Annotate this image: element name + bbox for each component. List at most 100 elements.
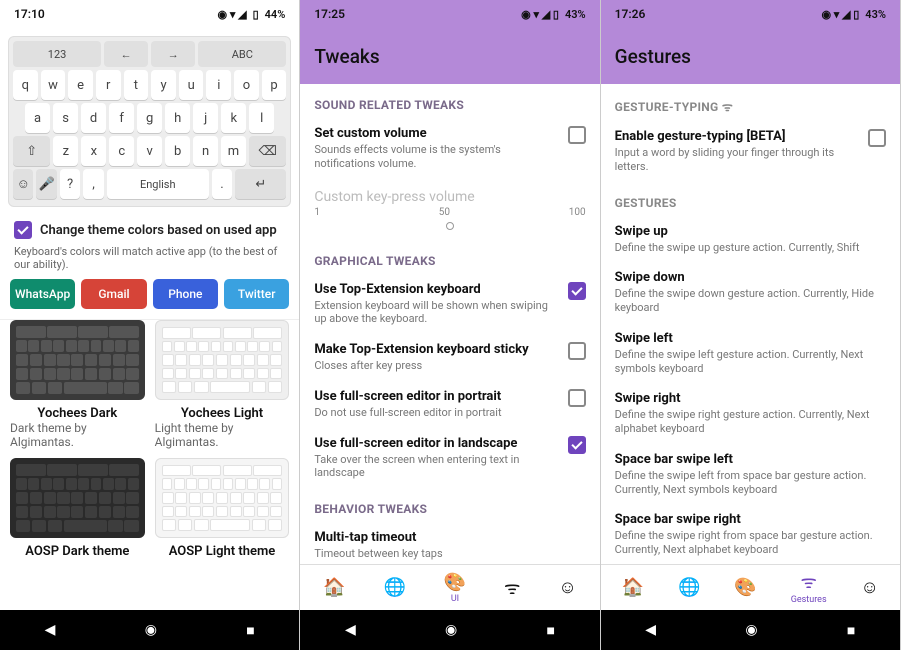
key-h[interactable]: h [165,103,190,133]
key-123[interactable]: 123 [13,41,101,67]
checkbox-checked-icon[interactable] [568,282,586,300]
theme-yochees-light[interactable]: ✓ Yochees Light Light theme by Algimanta… [155,320,290,450]
key-question[interactable]: ? [60,169,80,199]
tab-ui[interactable]: 🎨 [734,577,756,598]
key-mic[interactable]: 🎤 [36,169,56,199]
section-graphical: GRAPHICAL TWEAKS [300,240,599,274]
tab-emoji[interactable]: ☺ [558,577,576,598]
key-b[interactable]: b [165,136,190,166]
slider-thumb[interactable] [446,222,454,230]
key-l[interactable]: l [249,103,274,133]
theme-yochees-dark[interactable]: Yochees Dark Dark theme by Algimantas. [10,320,145,450]
nav-recent-icon[interactable]: ■ [847,622,855,639]
theme-match-setting[interactable]: Change theme colors based on used app [0,215,299,245]
fullscreen-portrait-setting[interactable]: Use full-screen editor in portraitDo not… [300,381,599,428]
checkbox-icon[interactable] [868,129,886,147]
nav-back-icon[interactable]: ◀ [45,622,56,638]
checkbox-icon[interactable] [568,342,586,360]
top-extension-setting[interactable]: Use Top-Extension keyboardExtension keyb… [300,274,599,335]
nav-recent-icon[interactable]: ■ [246,622,254,639]
theme-aosp-light[interactable]: AOSP Light theme [155,458,290,559]
key-i[interactable]: i [206,70,231,100]
screen-tweaks: 17:25 ◉ ▾ ◢ ▯43% Tweaks SOUND RELATED TW… [300,0,600,650]
fullscreen-landscape-setting[interactable]: Use full-screen editor in landscapeTake … [300,428,599,489]
enable-gesture-typing[interactable]: Enable gesture-typing [BETA]Input a word… [601,121,900,182]
section-behavior: BEHAVIOR TWEAKS [300,488,599,522]
key-a[interactable]: a [25,103,50,133]
pill-twitter[interactable]: Twitter [224,279,289,309]
key-t[interactable]: t [124,70,149,100]
checkbox-checked-icon[interactable] [568,436,586,454]
nav-home-icon[interactable]: ◉ [445,622,457,638]
nav-back-icon[interactable]: ◀ [645,622,656,638]
key-comma[interactable]: , [83,169,103,199]
pill-phone[interactable]: Phone [153,279,218,309]
sticky-setting[interactable]: Make Top-Extension keyboard stickyCloses… [300,334,599,381]
key-emoji[interactable]: ☺ [13,169,33,199]
content[interactable]: GESTURE-TYPING ᯤ Enable gesture-typing [… [601,84,900,564]
spacebar-swipe-right-setting[interactable]: Space bar swipe rightDefine the swipe ri… [601,504,900,564]
key-o[interactable]: o [234,70,259,100]
key-w[interactable]: w [41,70,66,100]
nav-home-icon[interactable]: ◉ [145,622,157,638]
swipe-right-setting[interactable]: Swipe rightDefine the swipe right gestur… [601,383,900,444]
key-shift[interactable]: ⇧ [13,136,50,166]
key-v[interactable]: v [137,136,162,166]
key-e[interactable]: e [68,70,93,100]
key-space[interactable]: English [107,169,209,199]
key-f[interactable]: f [109,103,134,133]
key-c[interactable]: c [109,136,134,166]
key-s[interactable]: s [53,103,78,133]
tab-gestures[interactable]: ᯤ [504,576,520,600]
multitap-setting[interactable]: Multi-tap timeoutTimeout between key tap… [300,522,599,564]
spacebar-swipe-left-setting[interactable]: Space bar swipe leftDefine the swipe lef… [601,444,900,505]
status-time: 17:10 [14,7,45,21]
tab-home[interactable]: 🏠 [622,577,644,598]
tab-ui[interactable]: 🎨UI [444,572,466,604]
key-y[interactable]: y [151,70,176,100]
pill-whatsapp[interactable]: WhatsApp [10,279,75,309]
key-m[interactable]: m [221,136,246,166]
tab-gestures[interactable]: ᯤGestures [791,570,827,605]
tab-globe[interactable]: 🌐 [678,577,700,598]
content[interactable]: SOUND RELATED TWEAKS Set custom volumeSo… [300,84,599,564]
key-backspace[interactable]: ⌫ [249,136,286,166]
key-left-arrow[interactable]: ← [104,41,148,67]
key-j[interactable]: j [193,103,218,133]
nav-recent-icon[interactable]: ■ [547,622,555,639]
key-enter[interactable]: ↵ [235,169,286,199]
key-d[interactable]: d [81,103,106,133]
key-q[interactable]: q [13,70,38,100]
set-custom-volume[interactable]: Set custom volumeSounds effects volume i… [300,118,599,179]
key-g[interactable]: g [137,103,162,133]
checkbox-checked-icon[interactable] [14,221,32,239]
status-bar: 17:25 ◉ ▾ ◢ ▯43% [300,0,599,28]
theme-match-sub: Keyboard's colors will match active app … [0,245,299,279]
swipe-down-setting[interactable]: Swipe downDefine the swipe down gesture … [601,262,900,323]
swipe-up-setting[interactable]: Swipe upDefine the swipe up gesture acti… [601,216,900,263]
key-period[interactable]: . [212,169,232,199]
key-abc[interactable]: ABC [198,41,286,67]
theme-aosp-dark[interactable]: AOSP Dark theme [10,458,145,559]
key-right-arrow[interactable]: → [151,41,195,67]
tab-globe[interactable]: 🌐 [384,577,406,598]
key-r[interactable]: r [96,70,121,100]
key-z[interactable]: z [53,136,78,166]
key-u[interactable]: u [179,70,204,100]
pill-gmail[interactable]: Gmail [81,279,146,309]
nav-home-icon[interactable]: ◉ [745,622,757,638]
nav-back-icon[interactable]: ◀ [345,622,356,638]
bottom-tabs: 🏠 🌐 🎨UI ᯤ ☺ [300,564,599,610]
slider-label: Custom key-press volume [300,179,599,207]
swipe-left-setting[interactable]: Swipe leftDefine the swipe left gesture … [601,323,900,384]
screen-theme: 17:10 ◉ ▾ ◢ ▯44% 123 ← → ABC q w e r t y… [0,0,300,650]
key-x[interactable]: x [81,136,106,166]
key-p[interactable]: p [262,70,287,100]
tab-emoji[interactable]: ☺ [861,577,879,598]
key-k[interactable]: k [221,103,246,133]
checkbox-icon[interactable] [568,126,586,144]
checkbox-icon[interactable] [568,389,586,407]
key-n[interactable]: n [193,136,218,166]
section-sound: SOUND RELATED TWEAKS [300,84,599,118]
tab-home[interactable]: 🏠 [323,577,345,598]
